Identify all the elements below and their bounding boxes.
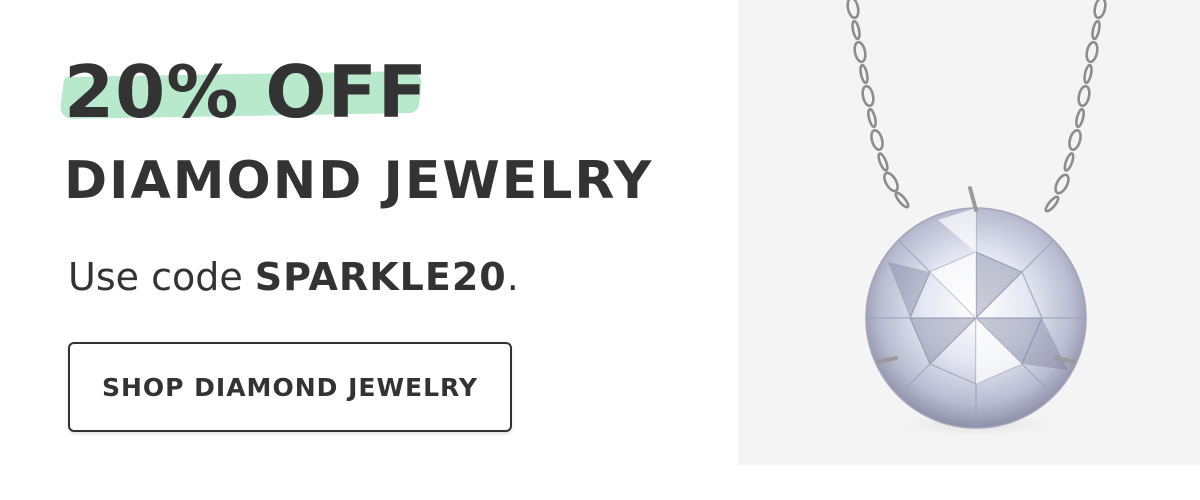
promo-text-panel: 20% OFF DIAMOND JEWELRY Use code SPARKLE… (0, 0, 738, 500)
diamond-necklace-icon (846, 0, 1107, 439)
product-image (738, 0, 1200, 465)
headline-discount-wrap: 20% OFF (59, 50, 428, 134)
promo-banner: 20% OFF DIAMOND JEWELRY Use code SPARKLE… (0, 0, 1200, 500)
promo-code: SPARKLE20 (254, 255, 507, 299)
promo-code-prefix: Use code (68, 255, 255, 299)
headline-category: DIAMOND JEWELRY (64, 151, 654, 211)
headline-discount: 20% OFF (64, 50, 428, 134)
shop-diamond-jewelry-button[interactable]: SHOP DIAMOND JEWELRY (68, 342, 512, 432)
promo-code-text: Use code SPARKLE20. (68, 252, 519, 302)
promo-code-suffix: . (506, 255, 519, 299)
shop-button-label: SHOP DIAMOND JEWELRY (101, 372, 479, 402)
